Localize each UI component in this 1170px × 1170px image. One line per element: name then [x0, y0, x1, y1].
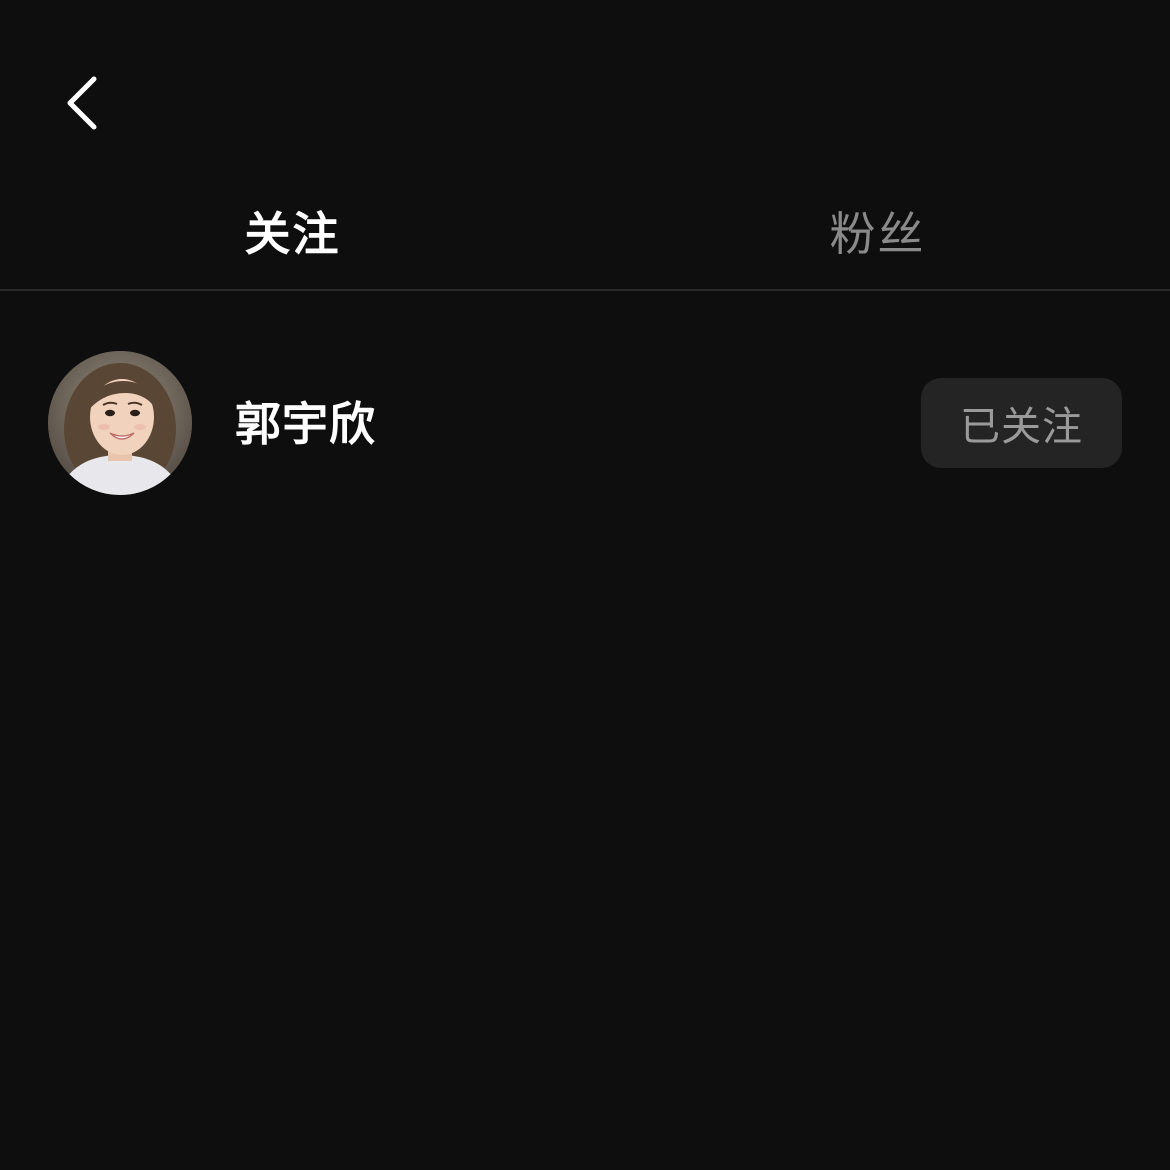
chevron-left-icon — [67, 76, 97, 130]
back-button[interactable] — [52, 68, 116, 138]
user-name[interactable]: 郭宇欣 — [235, 395, 376, 453]
list-item[interactable]: 郭宇欣 已关注 — [0, 291, 1170, 555]
avatar[interactable] — [48, 351, 192, 495]
following-list: 郭宇欣 已关注 — [0, 291, 1170, 555]
tab-following[interactable]: 关注 — [0, 185, 585, 277]
following-status-button[interactable]: 已关注 — [921, 378, 1122, 468]
tab-bar: 关注 粉丝 — [0, 185, 1170, 290]
tab-followers[interactable]: 粉丝 — [585, 185, 1170, 277]
avatar-image — [48, 351, 192, 495]
